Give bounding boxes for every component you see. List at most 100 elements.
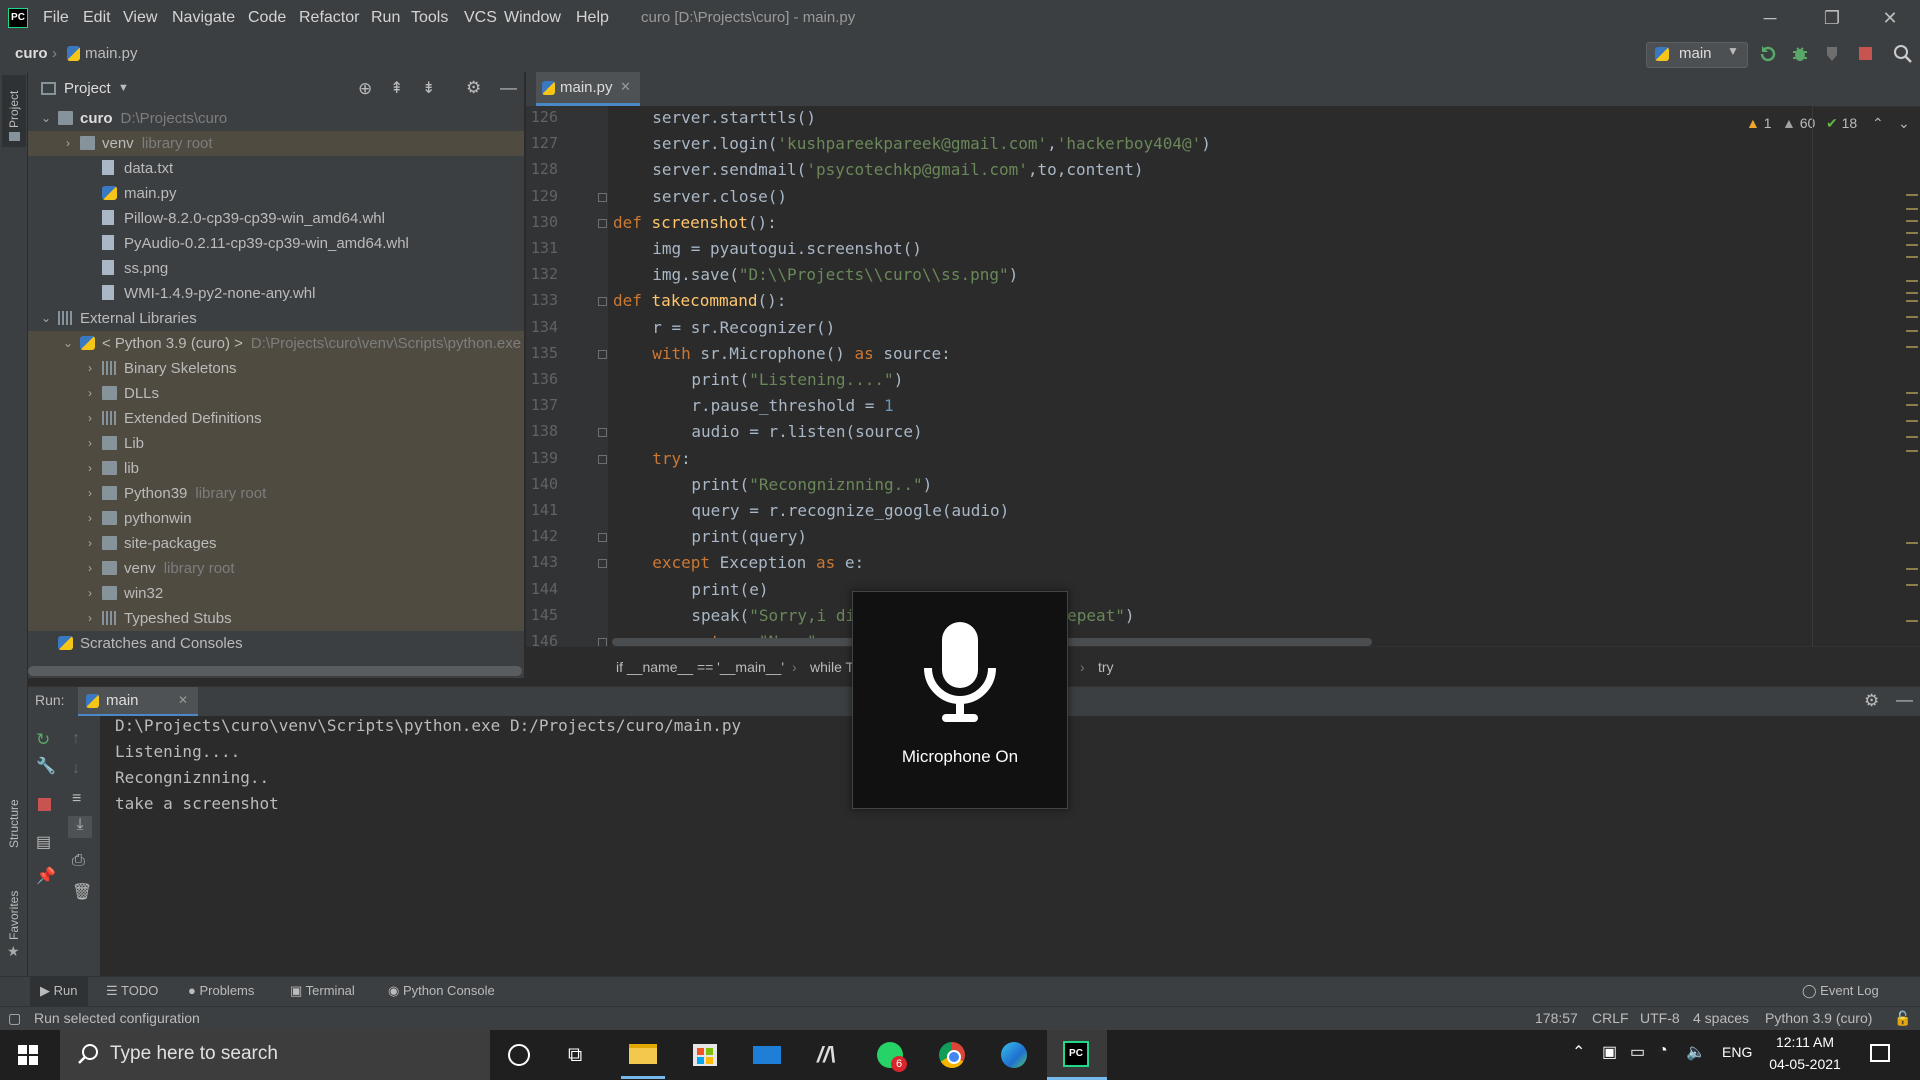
line-separator[interactable]: CRLF xyxy=(1592,1006,1629,1030)
volume-icon[interactable]: 🔈 xyxy=(1686,1042,1706,1062)
error-stripe-marker[interactable] xyxy=(1906,194,1918,196)
tree-item[interactable]: › DLLs xyxy=(28,381,524,406)
scroll-to-end-icon[interactable]: ⤓ xyxy=(68,816,92,838)
tool-tab-problems[interactable]: ● Problems xyxy=(188,976,254,1006)
code-line[interactable]: r.pause_threshold = 1 xyxy=(691,396,893,415)
tree-item[interactable]: › Binary Skeletons xyxy=(28,356,524,381)
error-stripe-marker[interactable] xyxy=(1906,620,1918,622)
close-button[interactable]: ✕ xyxy=(1865,0,1915,36)
error-stripe-marker[interactable] xyxy=(1906,244,1918,246)
menu-window[interactable]: Window xyxy=(504,0,561,36)
chevron-down-icon[interactable]: ⌄ xyxy=(62,331,74,356)
code-line[interactable]: print(e) xyxy=(691,580,768,599)
tree-item[interactable]: › site-packages xyxy=(28,531,524,556)
error-stripe-marker[interactable] xyxy=(1906,232,1918,234)
battery-icon[interactable]: ▭ xyxy=(1630,1042,1645,1062)
chevron-down-icon[interactable]: ⌄ xyxy=(40,306,52,331)
tree-item[interactable]: data.txt xyxy=(28,156,524,181)
task-view-icon[interactable]: ⧉ xyxy=(568,1044,582,1067)
error-stripe-marker[interactable] xyxy=(1906,300,1918,302)
tab-main-py[interactable]: main.py ✕ xyxy=(536,72,640,106)
indent-setting[interactable]: 4 spaces xyxy=(1693,1006,1749,1030)
fold-marker-icon[interactable] xyxy=(598,349,607,359)
coverage-icon[interactable] xyxy=(1823,44,1843,64)
previous-highlight-icon[interactable]: ⌃ xyxy=(1872,112,1884,134)
project-horizontal-scrollbar[interactable] xyxy=(28,666,522,676)
menu-help[interactable]: Help xyxy=(576,0,609,36)
chevron-right-icon[interactable]: › xyxy=(84,506,96,531)
tree-item[interactable]: › win32 xyxy=(28,581,524,606)
fold-marker-icon[interactable] xyxy=(598,559,607,569)
tree-item[interactable]: main.py xyxy=(28,181,524,206)
chevron-right-icon[interactable]: › xyxy=(62,131,74,156)
code-line[interactable]: img = pyautogui.screenshot() xyxy=(652,239,922,258)
tool-tab-terminal[interactable]: ▣ Terminal xyxy=(290,976,355,1006)
close-tab-icon[interactable]: ✕ xyxy=(620,79,631,95)
code-line[interactable]: print("Recongniznning..") xyxy=(691,475,932,494)
code-line[interactable]: try: xyxy=(652,449,691,468)
gear-icon[interactable]: ⚙ xyxy=(466,78,481,98)
fold-marker-icon[interactable] xyxy=(598,218,607,228)
status-toggle-icon[interactable]: ▢ xyxy=(8,1006,21,1030)
tree-item[interactable]: ⌄ curo D:\Projects\curo xyxy=(28,106,524,131)
code-line[interactable]: def takecommand(): xyxy=(613,291,786,310)
wifi-icon[interactable]: ◔ xyxy=(1658,1042,1668,1060)
error-stripe-marker[interactable] xyxy=(1906,346,1918,348)
chevron-right-icon[interactable]: › xyxy=(84,481,96,506)
pin-icon[interactable]: 📌 xyxy=(36,866,56,885)
code-line[interactable]: server.sendmail('psycotechkp@gmail.com',… xyxy=(652,160,1143,179)
language-indicator[interactable]: ENG xyxy=(1722,1044,1752,1060)
chevron-right-icon[interactable]: › xyxy=(84,556,96,581)
fold-marker-icon[interactable] xyxy=(598,192,607,202)
tool-tab-python-console[interactable]: ◉ Python Console xyxy=(388,976,495,1006)
lock-icon[interactable]: 🔓 xyxy=(1894,1006,1911,1030)
file-explorer-icon[interactable] xyxy=(613,1030,673,1080)
menu-view[interactable]: View xyxy=(123,0,157,36)
code-line[interactable]: server.login('kushpareekpareek@gmail.com… xyxy=(652,134,1211,153)
tree-item[interactable]: ⌄ < Python 3.9 (curo) > D:\Projects\curo\v… xyxy=(28,331,524,356)
menu-code[interactable]: Code xyxy=(248,0,286,36)
debug-icon[interactable] xyxy=(1790,44,1810,64)
code-line[interactable]: query = r.recognize_google(audio) xyxy=(691,501,1009,520)
menu-refactor[interactable]: Refactor xyxy=(299,0,359,36)
chevron-right-icon[interactable]: › xyxy=(84,381,96,406)
hide-icon[interactable]: — xyxy=(1896,690,1913,710)
typo-count[interactable]: ✔ 18 xyxy=(1826,112,1857,134)
code-breadcrumb-item[interactable]: try xyxy=(1098,658,1114,676)
code-line[interactable]: r = sr.Recognizer() xyxy=(652,318,835,337)
breadcrumb-file[interactable]: main.py xyxy=(85,36,138,72)
gear-icon[interactable]: ⚙ xyxy=(1864,691,1879,711)
error-stripe-marker[interactable] xyxy=(1906,280,1918,282)
code-line[interactable]: def screenshot(): xyxy=(613,213,777,232)
error-stripe-marker[interactable] xyxy=(1906,584,1918,586)
rerun-icon[interactable]: ↻ xyxy=(36,730,52,749)
error-stripe-marker[interactable] xyxy=(1906,392,1918,394)
warning-count[interactable]: ▲ 1 xyxy=(1746,112,1772,134)
mail-icon[interactable] xyxy=(737,1030,797,1080)
taskbar-search[interactable]: Type here to search xyxy=(60,1030,490,1080)
console-output-line[interactable]: take a screenshot xyxy=(115,794,279,813)
project-tool-label[interactable]: Project xyxy=(7,91,21,128)
tree-item[interactable]: › lib xyxy=(28,456,524,481)
down-arrow-icon[interactable]: ↓ xyxy=(72,760,88,777)
tray-expand-icon[interactable]: ⌃ xyxy=(1572,1042,1585,1062)
expand-all-icon[interactable]: ⇞ xyxy=(390,78,403,98)
restore-button[interactable]: ❐ xyxy=(1807,0,1857,36)
chevron-right-icon[interactable]: › xyxy=(84,456,96,481)
python-interpreter[interactable]: Python 3.9 (curo) xyxy=(1765,1006,1872,1030)
trash-icon[interactable]: 🗑 xyxy=(72,882,92,901)
stop-icon[interactable] xyxy=(38,798,51,811)
tree-item[interactable]: › Typeshed Stubs xyxy=(28,606,524,631)
favorites-tool-label[interactable]: Favorites xyxy=(7,891,21,940)
tool-tab-event-log[interactable]: ◯ Event Log xyxy=(1802,976,1879,1006)
print-icon[interactable]: ⎙ xyxy=(72,852,88,869)
code-line[interactable]: print(query) xyxy=(691,527,807,546)
code-line[interactable]: server.close() xyxy=(652,187,787,206)
chevron-right-icon[interactable]: › xyxy=(84,606,96,631)
chevron-down-icon[interactable]: ⌄ xyxy=(40,106,52,131)
error-stripe-marker[interactable] xyxy=(1906,316,1918,318)
tree-item[interactable]: Pillow-8.2.0-cp39-cp39-win_amd64.whl xyxy=(28,206,524,231)
code-line[interactable]: server.starttls() xyxy=(652,108,816,127)
breadcrumb-project[interactable]: curo xyxy=(15,36,48,72)
whatsapp-icon[interactable]: 6 xyxy=(861,1030,921,1080)
